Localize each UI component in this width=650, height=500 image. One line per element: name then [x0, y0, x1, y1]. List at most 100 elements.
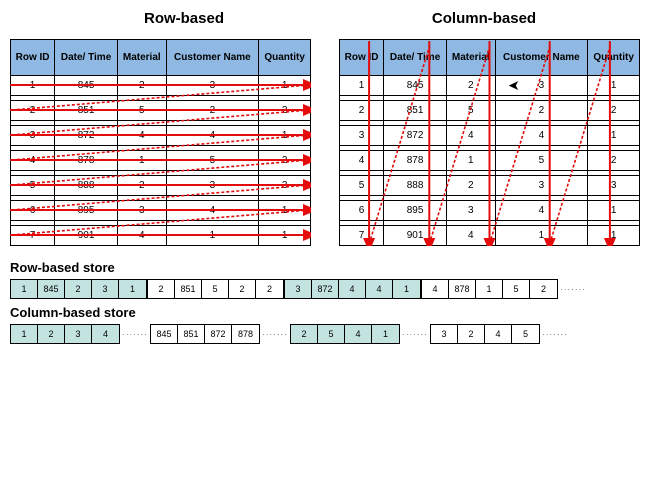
table-cell: 1	[259, 126, 311, 146]
table-cell: 872	[55, 126, 118, 146]
column-store-sequence: 1234 ······· 845851872878 ······· 2541 ·…	[10, 324, 640, 344]
table-cell: 2	[117, 176, 166, 196]
store-cell: 3	[431, 325, 458, 343]
table-cell: 4	[340, 151, 384, 171]
table-row: 4878152	[11, 151, 311, 171]
store-cell: 872	[205, 325, 232, 343]
table-cell: 2	[259, 101, 311, 121]
store-cell: 4	[92, 325, 119, 343]
store-cell: 1	[11, 280, 38, 298]
table-cell: 878	[384, 151, 447, 171]
store-cell: 872	[312, 280, 339, 298]
table-row: 6895341	[11, 201, 311, 221]
table-cell: 5	[166, 151, 259, 171]
col-header: Date/ Time	[384, 40, 447, 76]
store-cell: 851	[175, 280, 202, 298]
title-row-based: Row-based	[10, 10, 328, 27]
col-header: Material	[446, 40, 495, 76]
table-cell: 2	[166, 101, 259, 121]
table-cell: 845	[384, 76, 447, 96]
table-cell: 4	[446, 226, 495, 246]
store-cell: 3	[65, 325, 92, 343]
store-cell: 5	[318, 325, 345, 343]
table-cell: 1	[11, 76, 55, 96]
table-cell: 2	[340, 101, 384, 121]
store-cell: 1	[476, 280, 503, 298]
table-cell: 1	[259, 201, 311, 221]
store-cell: 2	[291, 325, 318, 343]
table-cell: 6	[11, 201, 55, 221]
store-cell: 5	[512, 325, 539, 343]
col-header: Row ID	[340, 40, 384, 76]
table-cell: 1	[340, 76, 384, 96]
store-cell: 1	[372, 325, 399, 343]
column-based-table-container: Row ID Date/ Time Material Customer Name…	[339, 39, 640, 246]
table-cell: 851	[384, 101, 447, 121]
header-row: Row ID Date/ Time Material Customer Name…	[11, 40, 311, 76]
store-cell: 2	[229, 280, 256, 298]
table-cell: 6	[340, 201, 384, 221]
table-cell: 1	[588, 76, 640, 96]
table-cell: 5	[117, 101, 166, 121]
store-cell: 851	[178, 325, 205, 343]
col-store-group: 845851872878	[150, 324, 260, 344]
table-cell: 888	[55, 176, 118, 196]
store-cell: 3	[285, 280, 312, 298]
title-column-based: Column-based	[328, 10, 640, 27]
store-cell: 845	[151, 325, 178, 343]
ellipsis-icon: ·······	[400, 330, 430, 339]
title-row: Row-based Column-based	[10, 10, 640, 27]
row-store-group: 4878152	[421, 279, 558, 299]
table-cell: 3	[166, 176, 259, 196]
table-cell: 2	[495, 101, 588, 121]
table-cell: 3	[588, 176, 640, 196]
table-cell: 901	[384, 226, 447, 246]
table-row: 4878152	[340, 151, 640, 171]
store-cell: 845	[38, 280, 65, 298]
table-cell: 1	[588, 201, 640, 221]
table-cell: 888	[384, 176, 447, 196]
table-cell: 3	[259, 176, 311, 196]
table-cell: 851	[55, 101, 118, 121]
table-row: 6895341	[340, 201, 640, 221]
store-cell: 2	[148, 280, 175, 298]
col-store-group: 1234	[10, 324, 120, 344]
table-cell: 3	[340, 126, 384, 146]
table-cell: 3	[495, 176, 588, 196]
table-cell: 7	[11, 226, 55, 246]
store-cell: 2	[65, 280, 92, 298]
table-cell: 4	[11, 151, 55, 171]
ellipsis-icon: ·······	[540, 330, 570, 339]
store-cell: 4	[422, 280, 449, 298]
ellipsis-icon: ·······	[558, 285, 588, 294]
store-cell: 1	[119, 280, 146, 298]
row-store-group: 3872441	[284, 279, 421, 299]
table-row: 1845231	[11, 76, 311, 96]
col-header: Quantity	[588, 40, 640, 76]
store-cell: 4	[366, 280, 393, 298]
table-row: 5888233	[11, 176, 311, 196]
row-store-heading: Row-based store	[10, 260, 640, 275]
table-cell: 1	[166, 226, 259, 246]
table-cell: 1	[259, 76, 311, 96]
table-row: 5888233	[340, 176, 640, 196]
store-cell: 878	[232, 325, 259, 343]
table-row: 7901411	[340, 226, 640, 246]
row-based-table-container: Row ID Date/ Time Material Customer Name…	[10, 39, 311, 246]
table-row: 2851522	[11, 101, 311, 121]
table-cell: 5	[446, 101, 495, 121]
table-cell: 4	[495, 126, 588, 146]
col-header: Row ID	[11, 40, 55, 76]
row-store-group: 2851522	[147, 279, 284, 299]
ellipsis-icon: ·······	[120, 330, 150, 339]
table-cell: 4	[495, 201, 588, 221]
col-store-group: 2541	[290, 324, 400, 344]
store-cell: 3	[92, 280, 119, 298]
table-cell: 4	[446, 126, 495, 146]
store-cell: 4	[339, 280, 366, 298]
table-cell: 872	[384, 126, 447, 146]
store-cell: 5	[503, 280, 530, 298]
table-cell: 2	[11, 101, 55, 121]
col-store-heading: Column-based store	[10, 305, 640, 320]
table-cell: 1	[588, 226, 640, 246]
